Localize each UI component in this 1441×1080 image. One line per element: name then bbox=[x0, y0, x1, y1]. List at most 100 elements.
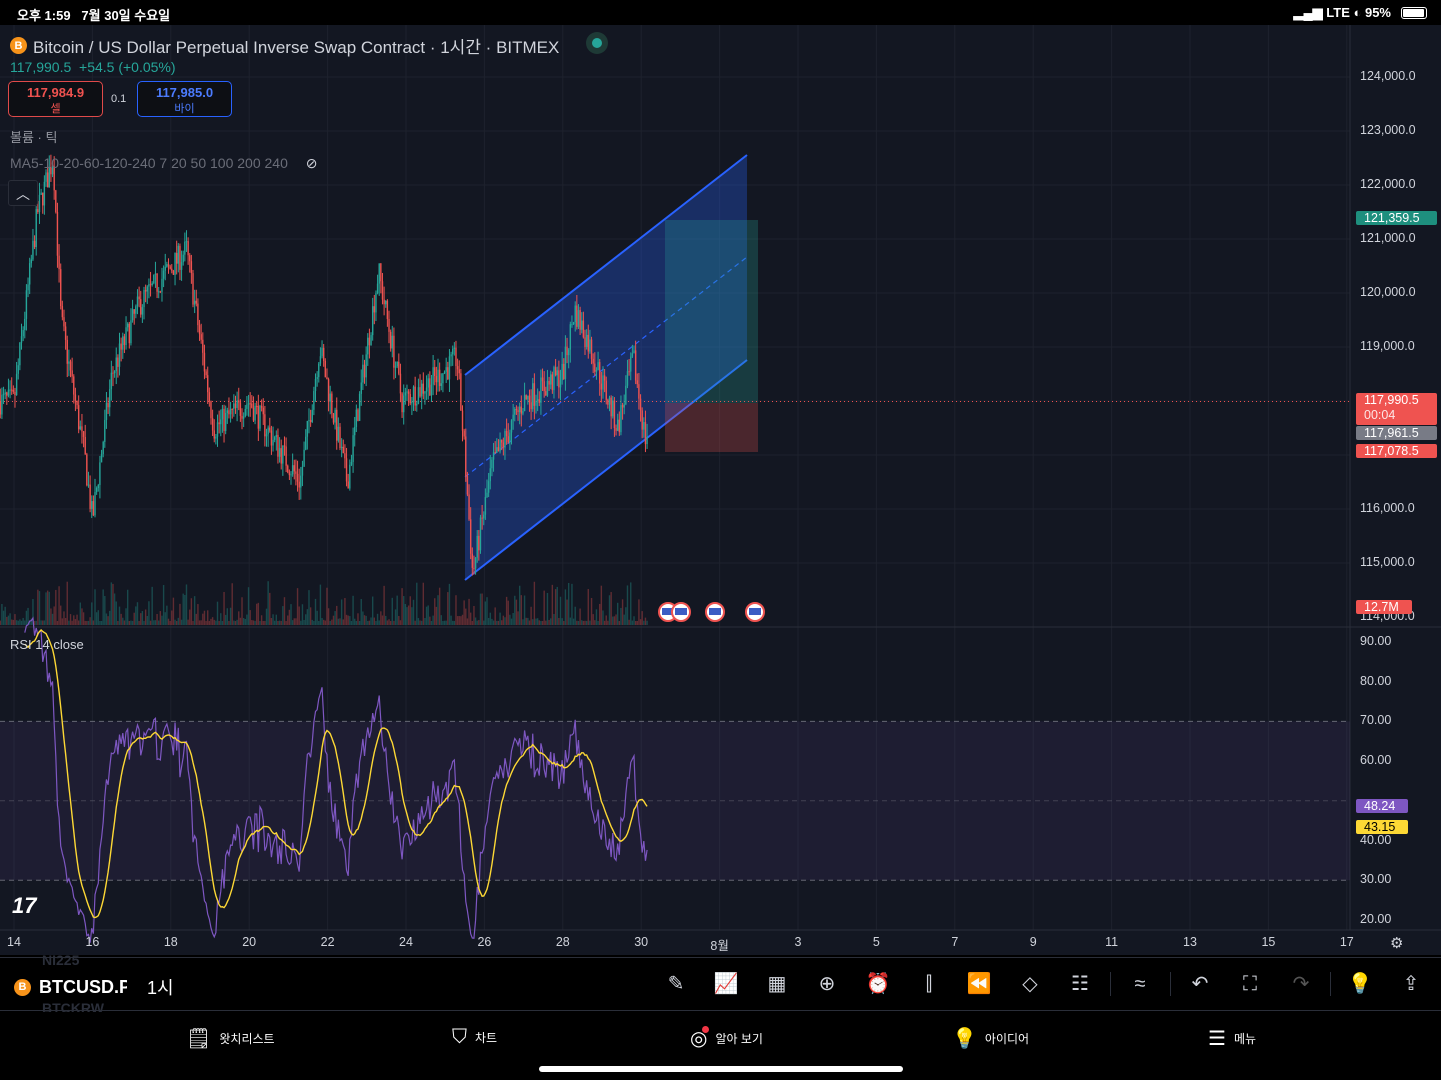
settings-sliders-icon[interactable]: ☷ bbox=[1066, 970, 1094, 998]
candle-body bbox=[370, 335, 372, 346]
nav-menu[interactable]: ☰ 메뉴 bbox=[1208, 1026, 1256, 1051]
volume-bar bbox=[561, 618, 563, 625]
volume-bar bbox=[130, 620, 132, 625]
indicators-icon[interactable]: 📈 bbox=[712, 970, 740, 998]
ma-indicator-label[interactable]: MA5-10-20-60-120-240 7 20 50 100 200 240… bbox=[10, 155, 318, 172]
candle-body bbox=[220, 419, 222, 425]
chart-canvas[interactable] bbox=[0, 0, 1441, 955]
sell-button[interactable]: 117,984.9 셀 bbox=[8, 81, 103, 117]
interval-selector[interactable]: 1시 bbox=[147, 974, 174, 1000]
symbol-header[interactable]: B Bitcoin / US Dollar Perpetual Inverse S… bbox=[10, 33, 559, 58]
fullscreen-icon[interactable]: ⛶ bbox=[1236, 970, 1264, 998]
trading-icon[interactable]: ≈ bbox=[1126, 970, 1154, 998]
redo-icon[interactable]: ↷ bbox=[1287, 970, 1315, 998]
candle-type-icon[interactable]: ⫿ bbox=[915, 970, 943, 998]
volume-bar bbox=[38, 591, 41, 625]
home-indicator[interactable] bbox=[539, 1066, 903, 1072]
candle-body bbox=[385, 300, 387, 305]
candle-body bbox=[138, 296, 140, 300]
candle-body bbox=[473, 567, 475, 569]
volume-bar bbox=[51, 613, 54, 625]
nav-explore[interactable]: ◎ 알아 보기 bbox=[690, 1026, 763, 1051]
candle-body bbox=[561, 363, 563, 381]
candle-body bbox=[559, 380, 562, 388]
candle-body bbox=[532, 383, 534, 410]
volume-bar bbox=[287, 615, 289, 625]
idea-bulb-icon[interactable]: 💡 bbox=[1346, 970, 1374, 998]
candle-body bbox=[275, 434, 278, 438]
explore-icon: ◎ bbox=[690, 1026, 710, 1050]
alarm-icon[interactable]: ⏰ bbox=[864, 970, 892, 998]
volume-bar bbox=[448, 583, 451, 625]
candle-body bbox=[571, 324, 573, 326]
volume-bar bbox=[522, 619, 524, 625]
collapse-legend-button[interactable]: ︿ bbox=[8, 180, 38, 206]
candle-body bbox=[306, 420, 309, 437]
candle-body bbox=[502, 442, 505, 448]
volume-bar bbox=[74, 619, 77, 625]
replay-icon[interactable]: ⏪ bbox=[965, 970, 993, 998]
rsi-indicator-label[interactable]: RSI 14 close bbox=[10, 637, 84, 652]
volume-bar bbox=[143, 620, 145, 625]
candle-body bbox=[394, 366, 397, 368]
volume-bar bbox=[412, 599, 415, 625]
nav-chart[interactable]: ⛉ 차트 bbox=[452, 1026, 497, 1049]
volume-bar bbox=[25, 610, 28, 625]
candle-body bbox=[86, 454, 88, 486]
candle-body bbox=[283, 445, 286, 447]
candle-body bbox=[282, 445, 284, 464]
candle-body bbox=[166, 264, 168, 267]
volume-bar bbox=[425, 606, 428, 625]
candle-body bbox=[95, 487, 98, 493]
candle-body bbox=[404, 392, 407, 396]
volume-bar bbox=[316, 610, 318, 625]
volume-bar bbox=[376, 613, 379, 625]
volume-bar bbox=[133, 612, 135, 625]
candle-body bbox=[158, 291, 160, 293]
volume-bar bbox=[122, 617, 124, 625]
hidden-eye-icon[interactable]: ⊘ bbox=[306, 155, 318, 171]
candle-body bbox=[585, 334, 588, 347]
undo-icon[interactable]: ↶ bbox=[1186, 970, 1214, 998]
candle-body bbox=[438, 369, 441, 386]
volume-bar bbox=[203, 610, 206, 625]
nav-watchlist[interactable]: 🗒 왓치리스트 bbox=[186, 1026, 275, 1051]
layers-icon[interactable]: ◇ bbox=[1016, 970, 1044, 998]
candle-body bbox=[11, 389, 13, 391]
candle-body bbox=[143, 290, 145, 308]
candle-body bbox=[100, 454, 103, 463]
candle-body bbox=[550, 374, 552, 385]
volume-bar bbox=[398, 615, 400, 625]
volume-bar bbox=[554, 589, 557, 625]
candle-body bbox=[112, 372, 114, 374]
settings-icon[interactable]: ⚙ bbox=[1390, 934, 1403, 952]
volume-bar bbox=[535, 618, 537, 625]
candle-body bbox=[28, 263, 31, 285]
volume-bar bbox=[76, 614, 78, 625]
volume-bar bbox=[514, 595, 516, 625]
volume-bar bbox=[407, 605, 410, 625]
candle-body bbox=[224, 412, 227, 431]
volume-bar bbox=[487, 617, 490, 625]
volume-bar bbox=[386, 620, 389, 625]
add-plus-icon[interactable]: ⊕ bbox=[813, 970, 841, 998]
volume-bar bbox=[256, 603, 258, 625]
volume-bar bbox=[223, 591, 225, 625]
buy-button[interactable]: 117,985.0 바이 bbox=[137, 81, 232, 117]
candle-body bbox=[229, 408, 232, 415]
draw-pen-icon[interactable]: ✎ bbox=[662, 970, 690, 998]
volume-bar bbox=[631, 620, 634, 625]
layout-grid-icon[interactable]: ▦ bbox=[763, 970, 791, 998]
share-icon[interactable]: ⇪ bbox=[1397, 970, 1425, 998]
candle-body bbox=[180, 262, 183, 270]
volume-bar bbox=[344, 598, 346, 625]
candle-body bbox=[244, 408, 246, 417]
volume-bar bbox=[616, 602, 619, 625]
symbol-selector[interactable]: B BTCUSD.P 1시 bbox=[14, 974, 174, 1000]
volume-bar bbox=[319, 584, 322, 625]
nav-ideas[interactable]: 💡 아이디어 bbox=[952, 1026, 1029, 1051]
volume-indicator-label[interactable]: 볼륨 · 틱 bbox=[10, 127, 57, 146]
volume-bar bbox=[210, 618, 212, 625]
volume-bar bbox=[135, 606, 137, 625]
volume-bar bbox=[242, 617, 245, 625]
